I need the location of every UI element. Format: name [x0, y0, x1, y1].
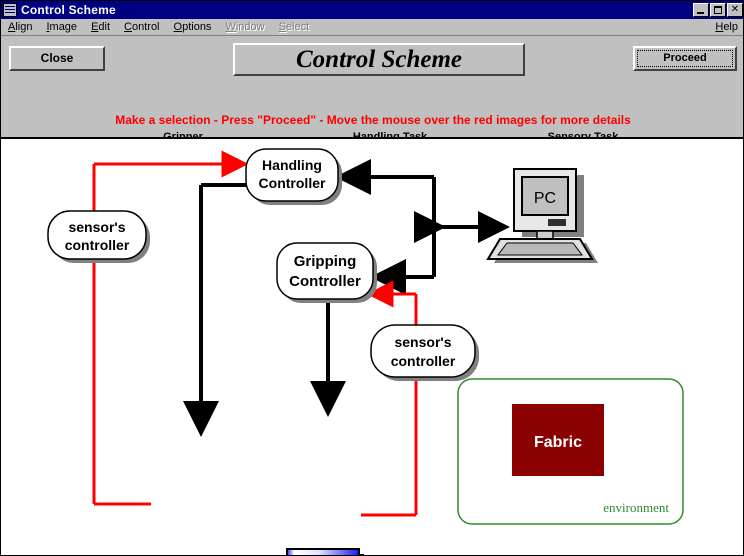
menu-item-options[interactable]: Options — [167, 20, 219, 34]
sensor-controller-left-line1: sensor's — [68, 219, 125, 235]
sensor-controller-left-line2: controller — [65, 237, 130, 253]
minimize-button[interactable] — [693, 3, 709, 17]
close-icon: ✕ — [730, 4, 740, 15]
fabric-label: Fabric — [534, 434, 582, 451]
menu-bar: AAlignlign Image Edit Control Options Wi… — [1, 19, 743, 36]
menu-item-edit[interactable]: Edit — [84, 20, 117, 34]
maximize-icon — [714, 6, 722, 14]
scheme-title: Control Scheme — [233, 43, 525, 76]
close-button[interactable]: Close — [9, 46, 105, 71]
pc-indicator — [548, 219, 566, 226]
title-bar: Control Scheme ✕ — [1, 1, 743, 19]
close-window-button[interactable]: ✕ — [727, 3, 743, 17]
gripper-box[interactable] — [286, 548, 360, 556]
proceed-button[interactable]: Proceed — [633, 46, 737, 71]
window-title: Control Scheme — [21, 3, 116, 17]
gripping-controller-line2: Controller — [289, 273, 361, 290]
minimize-icon — [697, 12, 704, 14]
window-controls: ✕ — [693, 3, 743, 17]
proceed-button-label: Proceed — [637, 50, 733, 67]
application-window: Control Scheme ✕ AAlignlign Image Edit C… — [0, 0, 744, 556]
handling-controller-line1: Handling — [262, 157, 322, 173]
gripping-controller-line1: Gripping — [294, 253, 357, 270]
environment-label: environment — [603, 500, 669, 515]
menu-item-control[interactable]: Control — [117, 20, 166, 34]
sensor-controller-right-node[interactable] — [370, 324, 476, 378]
menu-item-image[interactable]: Image — [39, 20, 84, 34]
pc-monitor-stand — [536, 230, 554, 240]
sensor-controller-right-line1: sensor's — [394, 334, 451, 350]
pc-icon[interactable]: PC — [486, 168, 598, 263]
app-icon — [3, 3, 17, 17]
toolbar-panel: Close Control Scheme Proceed Make a sele… — [1, 36, 743, 165]
sensor-controller-right-line2: controller — [391, 353, 456, 369]
menu-item-select: Select — [278, 21, 310, 33]
maximize-button[interactable] — [710, 3, 726, 17]
pc-screen-label: PC — [534, 190, 556, 207]
menu-item-window: Window — [225, 21, 265, 33]
handling-controller-line2: Controller — [259, 175, 326, 191]
menu-item-help[interactable]: Help — [708, 20, 743, 34]
menu-item-align[interactable]: AAlignlign — [1, 20, 39, 34]
instruction-text: Make a selection - Press "Proceed" - Mov… — [115, 113, 631, 127]
control-scheme-diagram: Robot-Manipulator Gripper sensors sensor… — [1, 139, 743, 556]
gripping-controller-node[interactable] — [276, 242, 374, 300]
pc-keyboard-keys — [497, 242, 583, 256]
